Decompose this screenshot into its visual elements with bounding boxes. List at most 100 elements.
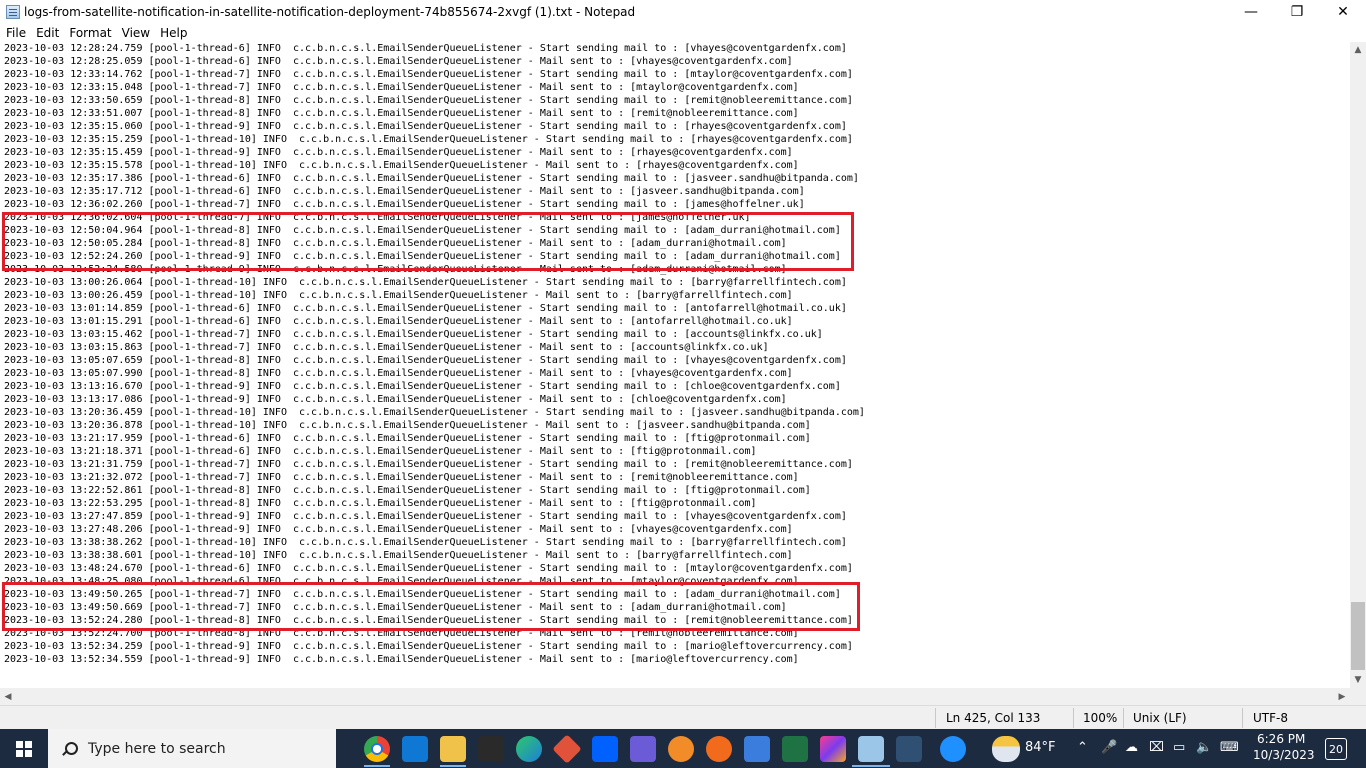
encoding: UTF-8 xyxy=(1253,711,1288,725)
log-line: 2023-10-03 13:05:07.990 [pool-1-thread-8… xyxy=(4,368,793,379)
file-explorer-icon[interactable] xyxy=(440,736,466,762)
status-divider xyxy=(935,708,936,728)
menu-format[interactable]: Format xyxy=(63,26,115,40)
menu-bar: File Edit Format View Help xyxy=(0,23,1366,43)
log-line: 2023-10-03 13:00:26.459 [pool-1-thread-1… xyxy=(4,290,793,301)
excel-icon[interactable] xyxy=(782,736,808,762)
app-icon[interactable] xyxy=(630,736,656,762)
log-line: 2023-10-03 12:35:15.060 [pool-1-thread-9… xyxy=(4,121,847,132)
notepad-icon xyxy=(6,4,20,19)
highlight-box xyxy=(2,212,854,271)
vertical-scrollbar[interactable]: ▲ ▼ xyxy=(1350,42,1366,688)
app-icon[interactable] xyxy=(478,736,504,762)
scroll-left-icon[interactable]: ◀ xyxy=(0,688,16,705)
line-ending: Unix (LF) xyxy=(1133,711,1187,725)
chevron-up-icon[interactable]: ⌃ xyxy=(1077,740,1088,755)
active-indicator xyxy=(852,765,890,767)
scrollbar-thumb[interactable] xyxy=(1351,602,1365,670)
log-line: 2023-10-03 13:03:15.863 [pool-1-thread-7… xyxy=(4,342,769,353)
menu-file[interactable]: File xyxy=(0,26,30,40)
horizontal-scrollbar[interactable]: ◀ ▶ xyxy=(0,688,1350,705)
taskbar: Type here to search 84°F ⌃ 🎤 ☁ ⌧ ▭ 🔈 ⌨ 6… xyxy=(0,729,1366,768)
status-divider xyxy=(1073,708,1074,728)
log-line: 2023-10-03 12:33:51.007 [pool-1-thread-8… xyxy=(4,108,799,119)
log-line: 2023-10-03 12:35:15.578 [pool-1-thread-1… xyxy=(4,160,799,171)
log-line: 2023-10-03 13:00:26.064 [pool-1-thread-1… xyxy=(4,277,847,288)
clock-date[interactable]: 10/3/2023 xyxy=(1253,748,1315,762)
network-icon[interactable]: ⌧ xyxy=(1149,740,1164,755)
title-bar: logs-from-satellite-notification-in-sate… xyxy=(0,0,1366,23)
scroll-up-icon[interactable]: ▲ xyxy=(1350,42,1366,58)
maximize-button[interactable]: ❐ xyxy=(1274,0,1320,23)
windows-icon xyxy=(16,740,32,757)
scroll-right-icon[interactable]: ▶ xyxy=(1334,688,1350,705)
search-placeholder: Type here to search xyxy=(88,740,226,757)
microphone-icon[interactable]: 🎤 xyxy=(1101,740,1117,755)
log-line: 2023-10-03 12:35:15.259 [pool-1-thread-1… xyxy=(4,134,853,145)
close-button[interactable]: ✕ xyxy=(1320,0,1366,23)
window-title: logs-from-satellite-notification-in-sate… xyxy=(24,4,636,19)
log-line: 2023-10-03 13:48:24.670 [pool-1-thread-6… xyxy=(4,563,853,574)
log-line: 2023-10-03 13:21:31.759 [pool-1-thread-7… xyxy=(4,459,853,470)
menu-help[interactable]: Help xyxy=(154,26,191,40)
start-button[interactable] xyxy=(0,729,48,768)
scroll-down-icon[interactable]: ▼ xyxy=(1350,672,1366,688)
log-line: 2023-10-03 13:03:15.462 [pool-1-thread-7… xyxy=(4,329,823,340)
mail-icon[interactable] xyxy=(402,736,428,762)
active-indicator xyxy=(440,765,466,767)
status-bar: Ln 425, Col 133 100% Unix (LF) UTF-8 xyxy=(0,705,1366,729)
volume-icon[interactable]: 🔈 xyxy=(1196,740,1212,755)
taskbar-search[interactable]: Type here to search xyxy=(48,729,336,768)
log-line: 2023-10-03 13:27:47.859 [pool-1-thread-9… xyxy=(4,511,847,522)
log-line: 2023-10-03 13:13:17.086 [pool-1-thread-9… xyxy=(4,394,787,405)
cloud-icon[interactable]: ☁ xyxy=(1125,740,1138,755)
zoom-level: 100% xyxy=(1083,711,1118,725)
log-line: 2023-10-03 13:05:07.659 [pool-1-thread-8… xyxy=(4,355,847,366)
app-icon[interactable] xyxy=(706,736,732,762)
menu-edit[interactable]: Edit xyxy=(30,26,63,40)
app-icon[interactable] xyxy=(896,736,922,762)
notification-icon[interactable]: 20 xyxy=(1325,738,1347,760)
notepad-icon[interactable] xyxy=(858,736,884,762)
log-line: 2023-10-03 12:35:15.459 [pool-1-thread-9… xyxy=(4,147,793,158)
log-line: 2023-10-03 13:38:38.601 [pool-1-thread-1… xyxy=(4,550,793,561)
keyboard-icon[interactable]: ⌨ xyxy=(1220,740,1239,755)
cursor-position: Ln 425, Col 133 xyxy=(946,711,1041,725)
log-line: 2023-10-03 12:33:15.048 [pool-1-thread-7… xyxy=(4,82,799,93)
dropbox-icon[interactable] xyxy=(592,736,618,762)
log-line: 2023-10-03 13:01:15.291 [pool-1-thread-6… xyxy=(4,316,793,327)
log-line: 2023-10-03 13:22:53.295 [pool-1-thread-8… xyxy=(4,498,757,509)
app-icon[interactable] xyxy=(668,736,694,762)
weather-icon[interactable] xyxy=(992,736,1020,762)
edge-icon[interactable] xyxy=(516,736,542,762)
clock-time[interactable]: 6:26 PM xyxy=(1257,732,1305,746)
git-icon[interactable] xyxy=(552,734,582,764)
chrome-icon[interactable] xyxy=(364,736,390,762)
battery-icon[interactable]: ▭ xyxy=(1173,740,1185,755)
app-icon[interactable] xyxy=(744,736,770,762)
menu-view[interactable]: View xyxy=(116,26,154,40)
minimize-button[interactable]: — xyxy=(1228,0,1274,23)
log-line: 2023-10-03 12:33:50.659 [pool-1-thread-8… xyxy=(4,95,853,106)
log-line: 2023-10-03 12:35:17.712 [pool-1-thread-6… xyxy=(4,186,805,197)
help-icon[interactable] xyxy=(940,736,966,762)
log-line: 2023-10-03 12:36:02.260 [pool-1-thread-7… xyxy=(4,199,805,210)
log-line: 2023-10-03 13:20:36.459 [pool-1-thread-1… xyxy=(4,407,865,418)
log-line: 2023-10-03 12:33:14.762 [pool-1-thread-7… xyxy=(4,69,853,80)
log-line: 2023-10-03 12:35:17.386 [pool-1-thread-6… xyxy=(4,173,859,184)
highlight-box xyxy=(2,582,860,631)
status-divider xyxy=(1123,708,1124,728)
weather-temp[interactable]: 84°F xyxy=(1025,740,1056,755)
scrollbar-corner xyxy=(1350,688,1366,705)
log-line: 2023-10-03 13:21:17.959 [pool-1-thread-6… xyxy=(4,433,811,444)
status-divider xyxy=(1242,708,1243,728)
intellij-icon[interactable] xyxy=(820,736,846,762)
log-line: 2023-10-03 13:01:14.859 [pool-1-thread-6… xyxy=(4,303,847,314)
log-line: 2023-10-03 13:21:18.371 [pool-1-thread-6… xyxy=(4,446,757,457)
search-icon xyxy=(62,741,78,756)
log-line: 2023-10-03 13:21:32.072 [pool-1-thread-7… xyxy=(4,472,799,483)
log-line: 2023-10-03 13:38:38.262 [pool-1-thread-1… xyxy=(4,537,847,548)
log-line: 2023-10-03 12:28:24.759 [pool-1-thread-6… xyxy=(4,43,847,54)
active-indicator xyxy=(364,765,390,767)
text-editor[interactable]: 2023-10-03 13:52:34.559 [pool-1-thread-9… xyxy=(0,42,1350,688)
